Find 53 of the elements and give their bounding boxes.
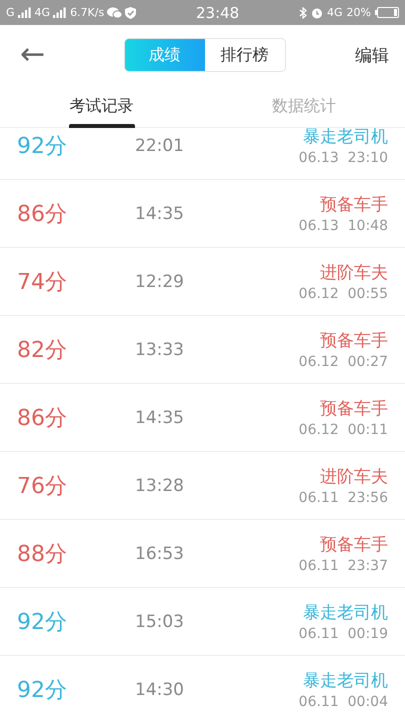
clock-time: 23:48 (196, 4, 240, 22)
exam-date: 06.13 10:48 (298, 218, 388, 234)
score: 74分 (17, 268, 68, 296)
alarm-icon (311, 6, 324, 18)
rank-title: 暴走老司机 (303, 128, 388, 148)
network-type: 4G (327, 6, 343, 19)
back-button[interactable]: ← (20, 40, 60, 70)
score: 86分 (17, 200, 68, 228)
duration: 14:35 (135, 408, 184, 428)
score: 76分 (17, 472, 68, 500)
exam-date: 06.11 23:56 (298, 490, 388, 506)
duration: 12:29 (135, 272, 184, 292)
edit-button[interactable]: 编辑 (355, 44, 389, 66)
duration: 14:35 (135, 204, 184, 224)
score: 92分 (17, 132, 68, 160)
battery-icon (375, 7, 399, 18)
tab-indicator (69, 124, 136, 128)
rank-title: 预备车手 (320, 398, 388, 420)
rank-title: 进阶车夫 (320, 262, 388, 284)
tab[interactable]: 考试记录 (0, 85, 202, 127)
battery-percent: 20% (346, 6, 371, 19)
duration: 13:28 (135, 476, 184, 496)
duration: 16:53 (135, 544, 184, 564)
rank-title: 进阶车夫 (320, 466, 388, 488)
duration: 15:03 (135, 612, 184, 632)
network-speed: 6.7K/s (70, 6, 104, 19)
duration: 14:30 (135, 680, 184, 700)
chat-icon (107, 6, 122, 18)
rank-title: 预备车手 (320, 330, 388, 352)
score: 86分 (17, 404, 68, 432)
rank-title: 预备车手 (320, 194, 388, 216)
rank-title: 暴走老司机 (303, 670, 388, 692)
signal-icon (18, 7, 32, 18)
bluetooth-icon (299, 6, 308, 18)
exam-date: 06.12 00:11 (298, 422, 388, 438)
exam-date: 06.11 23:37 (298, 558, 388, 574)
rank-title: 暴走老司机 (303, 602, 388, 624)
carrier-label: G (6, 6, 15, 19)
score: 82分 (17, 336, 68, 364)
exam-date: 06.11 00:19 (298, 626, 388, 642)
score: 92分 (17, 608, 68, 636)
exam-date: 06.13 23:10 (298, 150, 388, 166)
exam-date: 06.11 00:04 (298, 694, 388, 710)
duration: 22:01 (135, 136, 184, 156)
signal-icon (53, 7, 68, 18)
carrier-label: 4G (34, 6, 50, 19)
shield-icon (125, 6, 136, 18)
duration: 13:33 (135, 340, 184, 360)
exam-date: 06.12 00:27 (298, 354, 388, 370)
rank-title: 预备车手 (320, 534, 388, 556)
score: 92分 (17, 676, 68, 704)
exam-date: 06.12 00:55 (298, 286, 388, 302)
score: 88分 (17, 540, 68, 568)
